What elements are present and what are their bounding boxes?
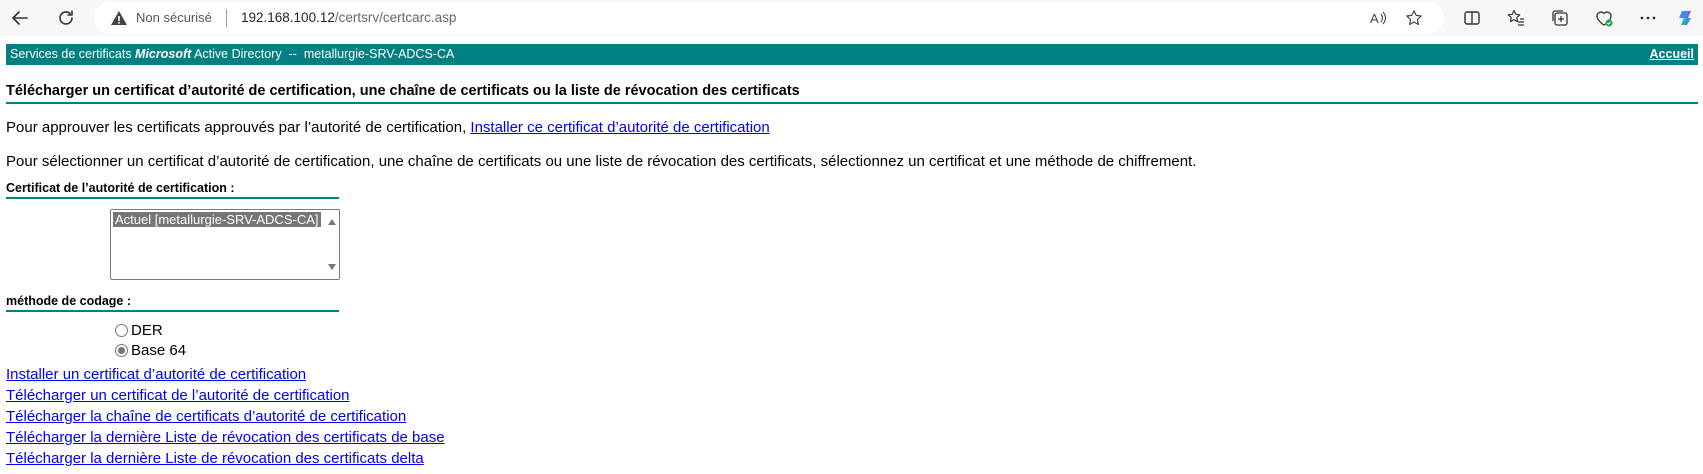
favorites-icon[interactable] bbox=[1504, 6, 1528, 30]
encoding-option-base64[interactable]: Base 64 bbox=[115, 342, 186, 359]
home-link[interactable]: Accueil bbox=[1650, 47, 1694, 61]
header-title-prefix: Services de certificats bbox=[10, 47, 136, 61]
more-icon[interactable] bbox=[1636, 6, 1660, 30]
download-base-crl-link[interactable]: Télécharger la dernière Liste de révocat… bbox=[6, 429, 445, 446]
ca-certificate-label: Certificat de l’autorité de certificatio… bbox=[6, 181, 235, 195]
address-separator bbox=[226, 9, 227, 27]
security-status[interactable]: Non sécurisé bbox=[136, 10, 212, 25]
page-title: Télécharger un certificat d’autorité de … bbox=[6, 83, 800, 99]
read-aloud-icon[interactable]: A bbox=[1368, 8, 1388, 28]
warning-icon[interactable] bbox=[110, 9, 128, 27]
ca-label-divider bbox=[6, 197, 339, 199]
back-icon[interactable] bbox=[5, 3, 35, 33]
browser-toolbar: Non sécurisé 192.168.100.12/certsrv/cert… bbox=[0, 0, 1703, 36]
collections-icon[interactable] bbox=[1548, 6, 1572, 30]
der-radio-label[interactable]: DER bbox=[131, 322, 163, 339]
instructions-paragraph: Pour sélectionner un certificat d’autori… bbox=[6, 153, 1197, 170]
encoding-method-label: méthode de codage : bbox=[6, 294, 132, 308]
download-delta-crl-link[interactable]: Télécharger la dernière Liste de révocat… bbox=[6, 450, 424, 467]
url-path: /certsrv/certcarc.asp bbox=[334, 10, 457, 25]
base64-radio-label[interactable]: Base 64 bbox=[131, 342, 186, 359]
intro-paragraph: Pour approuver les certificats approuvés… bbox=[6, 119, 770, 136]
header-title-suffix: Active Directory -- metallurgie-SRV-ADCS… bbox=[191, 47, 455, 61]
page-header: Services de certificats Microsoft Active… bbox=[6, 44, 1698, 65]
base64-radio[interactable] bbox=[115, 344, 128, 357]
heading-divider bbox=[6, 102, 1698, 104]
scroll-up-arrow-icon[interactable] bbox=[328, 219, 336, 225]
url-host: 192.168.100.12 bbox=[241, 10, 335, 25]
browser-essentials-icon[interactable] bbox=[1592, 6, 1616, 30]
install-ca-certificate-link[interactable]: Installer un certificat d’autorité de ce… bbox=[6, 366, 306, 383]
header-title-microsoft: Microsoft bbox=[135, 47, 192, 61]
encoding-option-der[interactable]: DER bbox=[115, 322, 163, 339]
favorite-star-icon[interactable] bbox=[1404, 8, 1424, 28]
ca-certificate-listbox[interactable]: Actuel [metallurgie-SRV-ADCS-CA] bbox=[110, 209, 340, 280]
header-title: Services de certificats Microsoft Active… bbox=[10, 47, 454, 61]
svg-text:A: A bbox=[1370, 11, 1379, 26]
der-radio[interactable] bbox=[115, 324, 128, 337]
address-bar[interactable]: Non sécurisé 192.168.100.12/certsrv/cert… bbox=[94, 2, 1444, 34]
split-screen-icon[interactable] bbox=[1460, 6, 1484, 30]
copilot-icon[interactable] bbox=[1674, 6, 1698, 30]
install-ca-link[interactable]: Installer ce certificat d’autorité de ce… bbox=[470, 119, 769, 136]
refresh-icon[interactable] bbox=[51, 3, 81, 33]
encoding-label-divider bbox=[6, 310, 339, 312]
intro-text: Pour approuver les certificats approuvés… bbox=[6, 119, 471, 136]
download-ca-chain-link[interactable]: Télécharger la chaîne de certificats d’a… bbox=[6, 408, 406, 425]
download-ca-certificate-link[interactable]: Télécharger un certificat de l’autorité … bbox=[6, 387, 350, 404]
scroll-down-arrow-icon[interactable] bbox=[328, 264, 336, 270]
ca-option-current[interactable]: Actuel [metallurgie-SRV-ADCS-CA] bbox=[113, 212, 321, 227]
url-text[interactable]: 192.168.100.12/certsrv/certcarc.asp bbox=[241, 10, 456, 25]
